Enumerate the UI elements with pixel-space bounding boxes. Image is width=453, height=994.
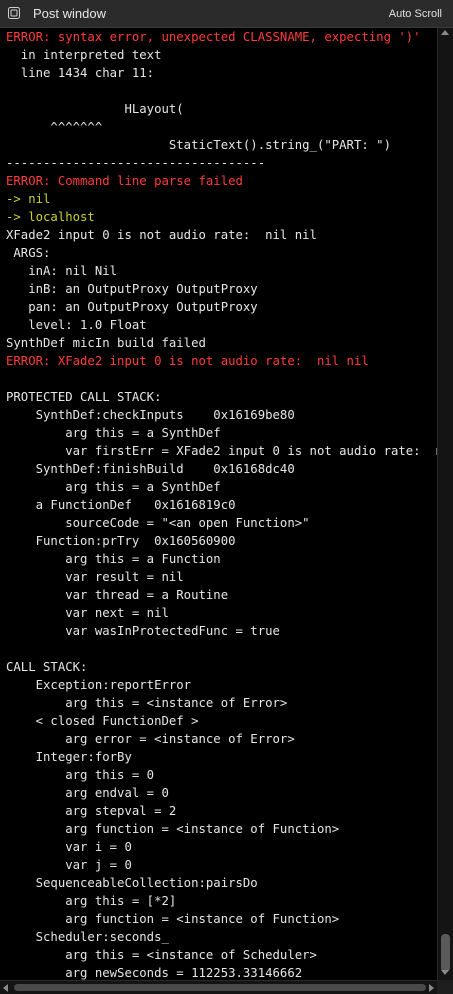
output-line: arg error = <instance of Error>	[6, 732, 295, 746]
output-line: XFade2 input 0 is not audio rate: nil ni…	[6, 228, 317, 242]
output-line: arg function = <instance of Function>	[6, 912, 340, 926]
result-line: -> localhost	[6, 210, 95, 224]
output-line: StaticText().string_("PART: ")	[6, 138, 391, 152]
output-line: arg this = <instance of Scheduler>	[6, 948, 317, 962]
output-line: line 1434 char 11:	[6, 66, 155, 80]
horizontal-scrollbar[interactable]	[0, 980, 437, 994]
output-line: in interpreted text	[6, 48, 162, 62]
error-line: ERROR: syntax error, unexpected CLASSNAM…	[6, 30, 421, 44]
output-line: var result = nil	[6, 570, 184, 584]
vertical-scrollbar[interactable]	[437, 28, 453, 980]
output-line: SynthDef micIn build failed	[6, 336, 206, 350]
output-line: ARGS:	[6, 246, 51, 260]
error-line: ERROR: Command line parse failed	[6, 174, 243, 188]
output-line: var wasInProtectedFunc = true	[6, 624, 280, 638]
output-line: inB: an OutputProxy OutputProxy	[6, 282, 258, 296]
console-icon[interactable]	[8, 7, 20, 19]
auto-scroll-button[interactable]: Auto Scroll	[389, 8, 442, 20]
scroll-left-arrow-icon[interactable]	[3, 984, 8, 992]
output-line: a FunctionDef 0x1616819c0	[6, 498, 236, 512]
output-line: Integer:forBy	[6, 750, 132, 764]
output-line: arg this = [*2]	[6, 894, 177, 908]
output-line: SynthDef:checkInputs 0x16169be80	[6, 408, 295, 422]
output-line: var j = 0	[6, 858, 132, 872]
output-line: arg newSeconds = 112253.33146662	[6, 966, 303, 980]
output-line: var i = 0	[6, 840, 132, 854]
output-line: Function:prTry 0x160560900	[6, 534, 236, 548]
title-bar: Post window Auto Scroll	[0, 0, 453, 28]
output-lines: ERROR: syntax error, unexpected CLASSNAM…	[6, 28, 437, 980]
output-line: PROTECTED CALL STACK:	[6, 390, 162, 404]
post-output[interactable]: ERROR: syntax error, unexpected CLASSNAM…	[0, 28, 437, 980]
error-line: ERROR: XFade2 input 0 is not audio rate:…	[6, 354, 369, 368]
horizontal-scroll-thumb[interactable]	[14, 984, 426, 991]
scrollbar-corner	[437, 980, 453, 994]
output-line: arg function = <instance of Function>	[6, 822, 340, 836]
output-line: ^^^^^^^	[6, 120, 103, 134]
output-line: arg this = a Function	[6, 552, 221, 566]
output-line: arg this = 0	[6, 768, 155, 782]
post-window: Post window Auto Scroll ERROR: syntax er…	[0, 0, 453, 994]
output-line: arg this = a SynthDef	[6, 426, 221, 440]
scroll-right-arrow-icon[interactable]	[429, 984, 434, 992]
vertical-scroll-thumb[interactable]	[441, 934, 450, 972]
scroll-up-arrow-icon[interactable]	[441, 30, 449, 35]
output-line: arg this = a SynthDef	[6, 480, 221, 494]
output-line: inA: nil Nil	[6, 264, 118, 278]
output-line: arg stepval = 2	[6, 804, 177, 818]
output-line: arg endval = 0	[6, 786, 169, 800]
output-line: < closed FunctionDef >	[6, 714, 199, 728]
output-line: pan: an OutputProxy OutputProxy	[6, 300, 258, 314]
output-line: var firstErr = XFade2 input 0 is not aud…	[65, 444, 437, 458]
output-line: HLayout(	[6, 102, 184, 116]
output-line: arg this = <instance of Error>	[6, 696, 288, 710]
output-line: var next = nil	[6, 606, 169, 620]
window-title: Post window	[33, 6, 106, 21]
output-line: CALL STACK:	[6, 660, 88, 674]
output-line: Scheduler:seconds_	[6, 930, 169, 944]
output-line: Exception:reportError	[6, 678, 192, 692]
output-line: level: 1.0 Float	[6, 318, 147, 332]
output-line: -----------------------------------	[6, 156, 266, 170]
output-line: SequenceableCollection:pairsDo	[6, 876, 258, 890]
output-line: var thread = a Routine	[6, 588, 229, 602]
result-line: -> nil	[6, 192, 51, 206]
scroll-down-arrow-icon[interactable]	[441, 970, 449, 975]
output-line: SynthDef:finishBuild 0x16168dc40	[6, 462, 295, 476]
output-line: sourceCode = "<an open Function>"	[6, 516, 310, 530]
